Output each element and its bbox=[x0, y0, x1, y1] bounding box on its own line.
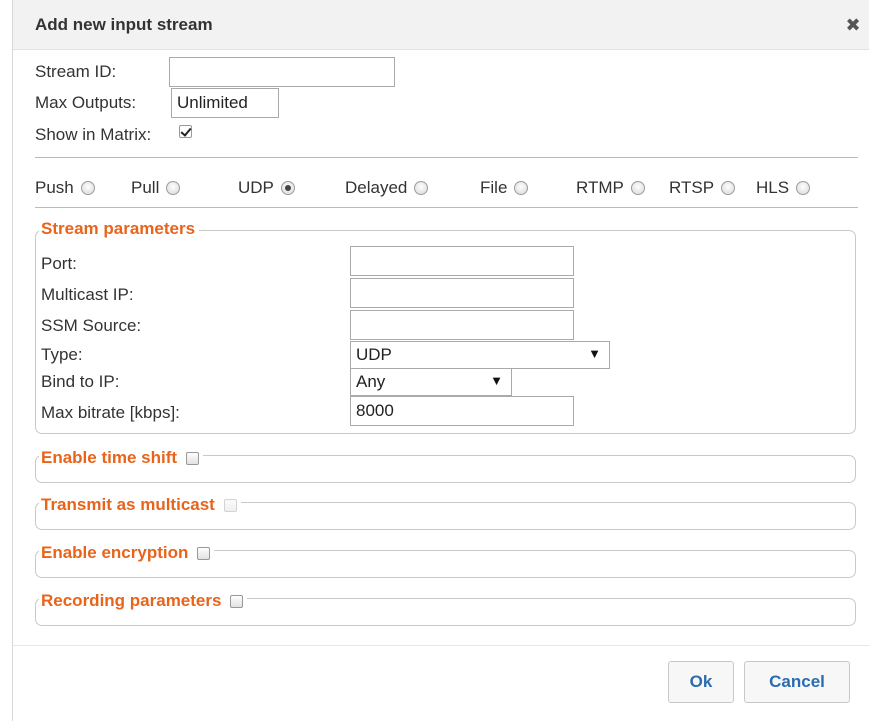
radio-hls-button[interactable] bbox=[796, 181, 811, 195]
chevron-down-icon: ▼ bbox=[490, 373, 503, 388]
bind-ip-select[interactable]: Any ▼ bbox=[350, 368, 512, 396]
radio-rtmp[interactable]: RTMP bbox=[576, 176, 645, 200]
radio-push-button[interactable] bbox=[80, 181, 95, 195]
type-select[interactable]: UDP ▼ bbox=[350, 341, 610, 369]
radio-udp-label: UDP bbox=[238, 178, 274, 197]
recording-legend: Recording parameters bbox=[39, 591, 248, 611]
encryption-legend: Enable encryption bbox=[39, 543, 215, 563]
max-outputs-label: Max Outputs: bbox=[35, 93, 137, 112]
add-input-stream-dialog: Add new input stream ✖ Stream ID: Max Ou… bbox=[12, 0, 869, 721]
close-icon[interactable]: ✖ bbox=[843, 15, 863, 35]
time-shift-checkbox[interactable] bbox=[186, 451, 200, 465]
ssm-source-input[interactable] bbox=[350, 310, 574, 340]
max-bitrate-label: Max bitrate [kbps]: bbox=[41, 403, 180, 422]
type-select-value: UDP bbox=[356, 345, 392, 364]
stream-parameters-title: Stream parameters bbox=[41, 219, 196, 238]
radio-rtmp-button[interactable] bbox=[630, 181, 645, 195]
radio-rtsp[interactable]: RTSP bbox=[669, 176, 736, 200]
radio-push[interactable]: Push bbox=[35, 176, 95, 200]
stream-parameters-legend: Stream parameters bbox=[39, 219, 200, 239]
time-shift-title: Enable time shift bbox=[41, 448, 178, 467]
show-in-matrix-checkbox[interactable] bbox=[179, 125, 192, 138]
radio-hls[interactable]: HLS bbox=[756, 176, 811, 200]
dialog-title: Add new input stream bbox=[35, 15, 213, 34]
radio-delayed[interactable]: Delayed bbox=[345, 176, 429, 200]
bind-ip-select-value: Any bbox=[356, 372, 386, 391]
cancel-button[interactable]: Cancel bbox=[744, 661, 850, 703]
radio-hls-label: HLS bbox=[756, 178, 790, 197]
recording-checkbox[interactable] bbox=[230, 594, 244, 608]
type-label: Type: bbox=[41, 345, 83, 364]
radio-file[interactable]: File bbox=[480, 176, 529, 200]
dialog-titlebar: Add new input stream ✖ bbox=[13, 0, 869, 50]
radio-rtsp-label: RTSP bbox=[669, 178, 715, 197]
port-input[interactable] bbox=[350, 246, 574, 276]
encryption-checkbox[interactable] bbox=[197, 546, 211, 560]
radio-udp[interactable]: UDP bbox=[238, 176, 295, 200]
radio-pull-button[interactable] bbox=[166, 181, 181, 195]
radio-push-label: Push bbox=[35, 178, 74, 197]
divider-protocols bbox=[35, 207, 858, 208]
recording-title: Recording parameters bbox=[41, 591, 222, 610]
footer-divider bbox=[13, 645, 869, 646]
divider-top bbox=[35, 157, 858, 158]
chevron-down-icon: ▼ bbox=[588, 346, 601, 361]
radio-pull[interactable]: Pull bbox=[131, 176, 181, 200]
ok-button[interactable]: Ok bbox=[668, 661, 734, 703]
transmit-multicast-title: Transmit as multicast bbox=[41, 495, 215, 514]
stream-id-input[interactable] bbox=[169, 57, 395, 87]
encryption-title: Enable encryption bbox=[41, 543, 189, 562]
radio-delayed-button[interactable] bbox=[414, 181, 429, 195]
multicast-ip-input[interactable] bbox=[350, 278, 574, 308]
radio-rtmp-label: RTMP bbox=[576, 178, 624, 197]
max-bitrate-input[interactable] bbox=[350, 396, 574, 426]
transmit-multicast-legend: Transmit as multicast bbox=[39, 495, 241, 515]
radio-pull-label: Pull bbox=[131, 178, 160, 197]
show-in-matrix-label: Show in Matrix: bbox=[35, 125, 152, 144]
multicast-ip-label: Multicast IP: bbox=[41, 285, 134, 304]
transmit-multicast-checkbox[interactable] bbox=[223, 498, 237, 512]
port-label: Port: bbox=[41, 254, 77, 273]
bind-ip-label: Bind to IP: bbox=[41, 372, 120, 391]
max-outputs-input[interactable] bbox=[171, 88, 279, 118]
stream-id-label: Stream ID: bbox=[35, 62, 117, 81]
ssm-source-label: SSM Source: bbox=[41, 316, 142, 335]
radio-rtsp-button[interactable] bbox=[721, 181, 736, 195]
radio-file-button[interactable] bbox=[514, 181, 529, 195]
radio-delayed-label: Delayed bbox=[345, 178, 408, 197]
time-shift-legend: Enable time shift bbox=[39, 448, 204, 468]
radio-udp-button[interactable] bbox=[280, 181, 295, 195]
radio-file-label: File bbox=[480, 178, 508, 197]
